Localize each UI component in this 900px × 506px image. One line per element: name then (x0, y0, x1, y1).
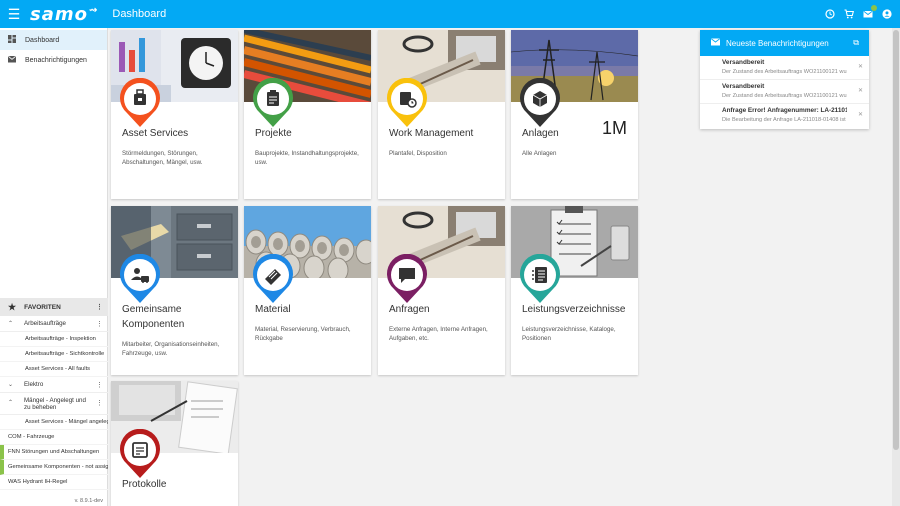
tile-marker (119, 77, 161, 128)
tile-title: Work Management (389, 128, 474, 139)
dashboard-icon (8, 35, 18, 45)
star-icon: ★ (8, 301, 17, 312)
favorite-item[interactable]: Asset Services - All faults (0, 362, 108, 377)
close-icon[interactable]: ✕ (858, 111, 863, 118)
chevron-up-icon: ⌃ (8, 400, 14, 406)
favorite-item[interactable]: Gemeinsame Komponenten - not assigned (0, 460, 108, 475)
tile-title: Gemeinsame Komponenten (122, 304, 185, 330)
notification-body: Die Bearbeitung der Anfrage LA-211018-01… (722, 117, 847, 123)
more-icon[interactable]: ⋮ (96, 381, 103, 389)
tile-asset-services[interactable]: Asset Services Störmeldungen, Störungen,… (111, 30, 238, 199)
favorite-item[interactable]: Arbeitsaufträge - Inspektion (0, 332, 108, 347)
favorite-item[interactable]: FNN Störungen und Abschaltungen (0, 445, 108, 460)
favorites-label: FAVORITEN (24, 303, 61, 311)
tile-anfragen[interactable]: Anfragen Externe Anfragen, Interne Anfra… (378, 206, 505, 375)
tile-marker (252, 77, 294, 128)
tile-protokolle[interactable]: Protokolle (111, 381, 238, 506)
notifications-header[interactable]: Neueste Benachrichtigungen ⧉ (700, 30, 869, 56)
account-icon[interactable] (882, 9, 892, 19)
favorites-section: ★ FAVORITEN ⋮ ⌃ Arbeitsaufträge ⋮ Arbeit… (0, 298, 108, 490)
tile-description: Mitarbeiter, Organisationseinheiten, Fah… (122, 341, 220, 357)
close-icon[interactable]: ✕ (858, 63, 863, 70)
notification-badge (871, 5, 877, 11)
tile-title: Material (255, 304, 291, 315)
sidebar-item-notifications[interactable]: Benachrichtigungen (0, 50, 107, 70)
tile-description: Leistungsverzeichnisse, Kataloge, Positi… (522, 326, 616, 342)
logo-text: samo (30, 3, 88, 25)
menu-icon[interactable]: ☰ (0, 6, 28, 23)
tile-anlagen[interactable]: Anlagen 1M Alle Anlagen (511, 30, 638, 199)
more-icon[interactable]: ⋮ (96, 400, 103, 407)
notification-title: Anfrage Error! Anfragenummer: LA-211018-… (722, 107, 847, 114)
chevron-down-icon: ⌄ (8, 382, 14, 388)
tile-title: Projekte (255, 128, 292, 139)
tile-marker (386, 253, 428, 304)
history-icon[interactable] (825, 9, 835, 19)
tile-description: Plantafel, Disposition (389, 150, 447, 157)
tile-marker (519, 253, 561, 304)
page-scrollbar[interactable] (892, 28, 900, 506)
notification-item[interactable]: Versandbereit Der Zustand des Arbeitsauf… (700, 56, 869, 80)
sidebar-item-dashboard[interactable]: Dashboard (0, 30, 107, 50)
favorite-item[interactable]: Arbeitsaufträge - Sichtkontrolle (0, 347, 108, 362)
cart-icon[interactable] (844, 9, 854, 19)
tile-marker (252, 253, 294, 304)
open-in-new-icon[interactable]: ⧉ (853, 38, 859, 48)
tile-description: Störmeldungen, Störungen, Abschaltungen,… (122, 150, 203, 166)
sidebar: Dashboard Benachrichtigungen ★ FAVORITEN… (0, 28, 108, 506)
tile-title: Anfragen (389, 304, 430, 315)
tile-marker (519, 77, 561, 128)
close-icon[interactable]: ✕ (858, 87, 863, 94)
group-label: Elektro (24, 381, 44, 388)
notifications-panel: Neueste Benachrichtigungen ⧉ Versandbere… (700, 30, 869, 129)
chevron-up-icon: ⌃ (8, 321, 14, 327)
tile-work-management[interactable]: Work Management Plantafel, Disposition (378, 30, 505, 199)
tile-description: Externe Anfragen, Interne Anfragen, Aufg… (389, 326, 488, 342)
favorites-group[interactable]: ⌃ Arbeitsaufträge ⋮ (0, 316, 108, 332)
notification-item[interactable]: Versandbereit Der Zustand des Arbeitsauf… (700, 80, 869, 104)
tile-title: Asset Services (122, 128, 189, 139)
tile-gemeinsame-komponenten[interactable]: Gemeinsame Komponenten Mitarbeiter, Orga… (111, 206, 238, 375)
notification-title: Versandbereit (722, 83, 765, 90)
mail-icon (711, 38, 720, 48)
tile-projects[interactable]: Projekte Bauprojekte, Instandhaltungspro… (244, 30, 371, 199)
favorite-item[interactable]: Asset Services - Mängel angelegt (0, 415, 108, 430)
mail-icon[interactable] (863, 5, 877, 19)
more-icon[interactable]: ⋮ (96, 303, 103, 311)
tile-description: Bauprojekte, Instandhaltungsprojekte, us… (255, 150, 359, 166)
favorites-group[interactable]: ⌄ Elektro ⋮ (0, 377, 108, 393)
app-logo[interactable]: samo⇝ (30, 4, 98, 25)
group-label: Mängel - Angelegt und zu beheben (24, 396, 86, 411)
tile-marker (386, 77, 428, 128)
tile-leistungsverzeichnisse[interactable]: Leistungsverzeichnisse Leistungsverzeich… (511, 206, 638, 375)
asset-count: 1M (601, 118, 627, 138)
top-app-bar: ☰ samo⇝ Dashboard (0, 0, 900, 28)
tile-material[interactable]: Material Material, Reservierung, Verbrau… (244, 206, 371, 375)
tile-description: Alle Anlagen (522, 150, 557, 157)
notifications-title: Neueste Benachrichtigungen (726, 38, 829, 48)
notification-body: Der Zustand des Arbeitsauftrags WO211001… (722, 69, 847, 75)
favorite-item[interactable]: COM - Fahrzeuge (0, 430, 108, 445)
tile-marker (119, 253, 161, 304)
tile-marker (119, 428, 161, 479)
page-title: Dashboard (112, 8, 167, 20)
notification-title: Versandbereit (722, 59, 765, 66)
logo-bolt: ⇝ (88, 4, 99, 16)
topbar-actions (825, 0, 892, 28)
sidebar-item-label: Dashboard (25, 36, 60, 44)
favorite-item[interactable]: WAS Hydrant IH-Regel (0, 475, 108, 490)
tile-title: Leistungsverzeichnisse (522, 304, 626, 315)
tile-description: Material, Reservierung, Verbrauch, Rückg… (255, 326, 351, 342)
favorites-group[interactable]: ⌃ Mängel - Angelegt und zu beheben ⋮ (0, 393, 108, 415)
favorites-header[interactable]: ★ FAVORITEN ⋮ (0, 298, 108, 316)
mail-icon (8, 55, 18, 65)
scrollbar-thumb[interactable] (893, 30, 899, 450)
notification-body: Der Zustand des Arbeitsauftrags WO211001… (722, 93, 847, 99)
tile-title: Protokolle (122, 479, 167, 490)
group-label: Arbeitsaufträge (24, 320, 66, 327)
more-icon[interactable]: ⋮ (96, 320, 103, 328)
sidebar-item-label: Benachrichtigungen (25, 56, 87, 64)
notification-item[interactable]: Anfrage Error! Anfragenummer: LA-211018-… (700, 104, 869, 128)
version-label: v. 8.9.1-dev (74, 498, 103, 504)
